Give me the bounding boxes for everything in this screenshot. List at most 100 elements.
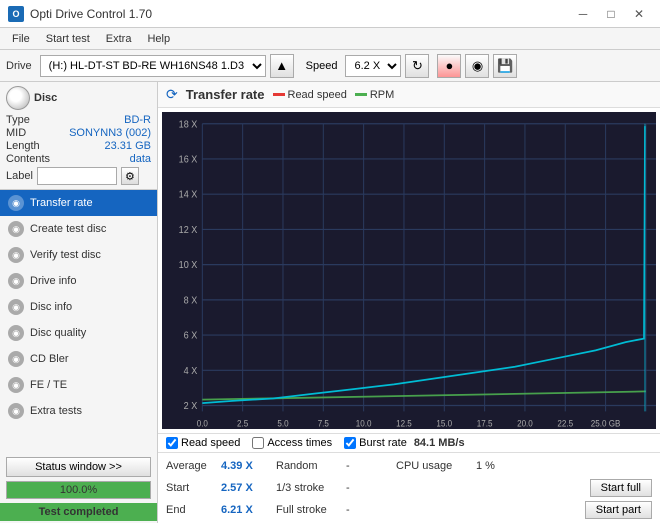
start-val: 2.57 X	[221, 482, 276, 494]
svg-text:22.5: 22.5	[557, 418, 573, 429]
disc-icon	[6, 86, 30, 110]
verify-test-disc-icon: ◉	[8, 247, 24, 263]
svg-text:25.0 GB: 25.0 GB	[591, 418, 621, 429]
svg-text:14 X: 14 X	[179, 189, 198, 201]
main-area: Disc Type BD-R MID SONYNN3 (002) Length …	[0, 82, 660, 523]
legend-read-speed: Read speed	[273, 89, 347, 101]
nav-extra-tests-label: Extra tests	[30, 405, 82, 417]
nav-disc-quality-label: Disc quality	[30, 327, 86, 339]
nav-create-test-disc-label: Create test disc	[30, 223, 106, 235]
speed-select[interactable]: 6.2 X	[345, 55, 401, 77]
speed-label: Speed	[306, 60, 338, 72]
start-full-button[interactable]: Start full	[590, 479, 652, 497]
disc-label: Disc	[34, 92, 57, 104]
stats-row-1: Average 4.39 X Random - CPU usage 1 %	[166, 455, 652, 477]
disc-info-icon: ◉	[8, 299, 24, 315]
drive-info-icon: ◉	[8, 273, 24, 289]
nav-transfer-rate[interactable]: ◉ Transfer rate	[0, 190, 157, 216]
menu-help[interactable]: Help	[139, 31, 178, 47]
progress-bar-container: 100.0%	[6, 481, 151, 499]
svg-text:0.0: 0.0	[197, 418, 208, 429]
stats-row-3: End 6.21 X Full stroke - Start part	[166, 499, 652, 521]
disc-label-btn[interactable]: ⚙	[121, 167, 139, 185]
svg-text:20.0: 20.0	[517, 418, 533, 429]
burst-rate-value: 84.1 MB/s	[414, 437, 465, 449]
disc-quality-icon: ◉	[8, 325, 24, 341]
checkbox-read-speed[interactable]: Read speed	[166, 437, 240, 449]
menu-extra[interactable]: Extra	[98, 31, 140, 47]
disc-contents-row: Contents data	[6, 153, 151, 165]
nav-disc-info-label: Disc info	[30, 301, 72, 313]
random-val: -	[346, 460, 376, 472]
chart-header: ⟳ Transfer rate Read speed RPM	[158, 82, 660, 108]
menu-file[interactable]: File	[4, 31, 38, 47]
end-val: 6.21 X	[221, 504, 276, 516]
chart-svg: 18 X 16 X 14 X 12 X 10 X 8 X 6 X 4 X 2 X…	[162, 112, 656, 429]
disc-label-input[interactable]	[37, 167, 117, 185]
nav-cd-bler[interactable]: ◉ CD Bler	[0, 346, 157, 372]
stats-row-2: Start 2.57 X 1/3 stroke - Start full	[166, 477, 652, 499]
cpu-usage-val: 1 %	[476, 460, 652, 472]
sidebar: Disc Type BD-R MID SONYNN3 (002) Length …	[0, 82, 158, 523]
nav-verify-test-disc[interactable]: ◉ Verify test disc	[0, 242, 157, 268]
svg-text:15.0: 15.0	[436, 418, 452, 429]
nav-section: ◉ Transfer rate ◉ Create test disc ◉ Ver…	[0, 190, 157, 453]
read-speed-checkbox-label: Read speed	[181, 437, 240, 449]
nav-disc-quality[interactable]: ◉ Disc quality	[0, 320, 157, 346]
chart-area: 18 X 16 X 14 X 12 X 10 X 8 X 6 X 4 X 2 X…	[162, 112, 656, 429]
fe-te-icon: ◉	[8, 377, 24, 393]
random-label: Random	[276, 460, 346, 472]
access-times-checkbox[interactable]	[252, 437, 264, 449]
progress-label: 100.0%	[60, 484, 97, 496]
burn-button[interactable]: ●	[437, 54, 461, 78]
svg-text:2.5: 2.5	[237, 418, 248, 429]
minimize-button[interactable]: ─	[570, 4, 596, 24]
window-controls: ─ □ ✕	[570, 4, 652, 24]
title-bar-left: O Opti Drive Control 1.70	[8, 6, 152, 22]
legend-read-label: Read speed	[288, 89, 347, 101]
checkbox-burst-rate[interactable]: Burst rate 84.1 MB/s	[344, 437, 464, 449]
stats-area: Average 4.39 X Random - CPU usage 1 % St…	[158, 452, 660, 523]
nav-cd-bler-label: CD Bler	[30, 353, 69, 365]
drive-select[interactable]: (H:) HL-DT-ST BD-RE WH16NS48 1.D3	[40, 55, 266, 77]
nav-disc-info[interactable]: ◉ Disc info	[0, 294, 157, 320]
disc-mid-row: MID SONYNN3 (002)	[6, 127, 151, 139]
disc-section: Disc Type BD-R MID SONYNN3 (002) Length …	[0, 82, 157, 190]
cd-bler-icon: ◉	[8, 351, 24, 367]
disc-label-row: Label ⚙	[6, 167, 151, 185]
maximize-button[interactable]: □	[598, 4, 624, 24]
nav-transfer-rate-label: Transfer rate	[30, 197, 93, 209]
transfer-rate-icon: ◉	[8, 195, 24, 211]
refresh-button[interactable]: ↻	[405, 54, 429, 78]
nav-fe-te[interactable]: ◉ FE / TE	[0, 372, 157, 398]
content-area: ⟳ Transfer rate Read speed RPM	[158, 82, 660, 523]
eject-button[interactable]: ▲	[270, 54, 294, 78]
nav-extra-tests[interactable]: ◉ Extra tests	[0, 398, 157, 424]
checkbox-access-times[interactable]: Access times	[252, 437, 332, 449]
legend-rpm: RPM	[355, 89, 394, 101]
menu-start-test[interactable]: Start test	[38, 31, 98, 47]
status-window-button[interactable]: Status window >>	[6, 457, 151, 477]
svg-text:16 X: 16 X	[179, 154, 198, 166]
disc-contents-key: Contents	[6, 153, 50, 165]
burst-rate-checkbox[interactable]	[344, 437, 356, 449]
read-speed-checkbox[interactable]	[166, 437, 178, 449]
close-button[interactable]: ✕	[626, 4, 652, 24]
menu-bar: File Start test Extra Help	[0, 28, 660, 50]
cpu-usage-label: CPU usage	[396, 460, 476, 472]
svg-text:18 X: 18 X	[179, 119, 198, 131]
disc-button[interactable]: ◉	[465, 54, 489, 78]
nav-create-test-disc[interactable]: ◉ Create test disc	[0, 216, 157, 242]
save-button[interactable]: 💾	[493, 54, 517, 78]
burst-rate-checkbox-label: Burst rate	[359, 437, 407, 449]
end-label: End	[166, 504, 221, 516]
start-part-button[interactable]: Start part	[585, 501, 652, 519]
checkboxes-row: Read speed Access times Burst rate 84.1 …	[158, 433, 660, 452]
nav-drive-info-label: Drive info	[30, 275, 76, 287]
disc-type-val: BD-R	[124, 114, 151, 126]
disc-length-key: Length	[6, 140, 40, 152]
legend-rpm-dot	[355, 93, 367, 96]
stroke13-val: -	[346, 482, 376, 494]
svg-text:7.5: 7.5	[318, 418, 329, 429]
nav-drive-info[interactable]: ◉ Drive info	[0, 268, 157, 294]
